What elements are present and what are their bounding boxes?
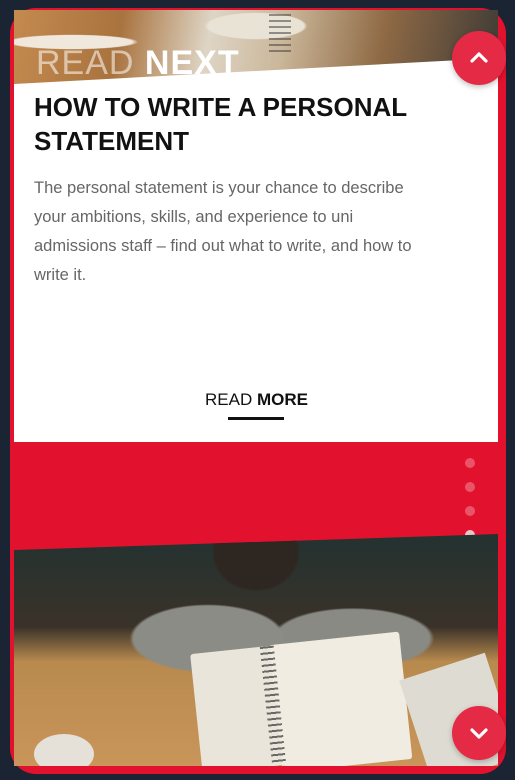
article-title[interactable]: HOW TO WRITE A PERSONAL STATEMENT [34,90,434,158]
read-more-link[interactable]: READ MORE [205,390,308,410]
pagination-dot-1[interactable] [465,458,475,468]
article-description: The personal statement is your chance to… [34,179,412,284]
scroll-down-button[interactable] [452,706,506,760]
read-more-light: READ [205,390,253,409]
notebook-spiral-decoration [269,14,291,54]
notebook-page-decoration [269,631,413,766]
scroll-up-button[interactable] [452,31,506,85]
chevron-up-icon [470,52,488,63]
read-more-underline [228,417,284,420]
read-more-bold: MORE [256,390,308,409]
next-article-photo[interactable] [14,534,498,766]
mug-decoration [34,734,94,766]
chevron-down-icon [470,728,488,739]
pagination-dot-2[interactable] [465,482,475,492]
pagination-dot-3[interactable] [465,506,475,516]
read-next-light: READ [36,44,135,82]
